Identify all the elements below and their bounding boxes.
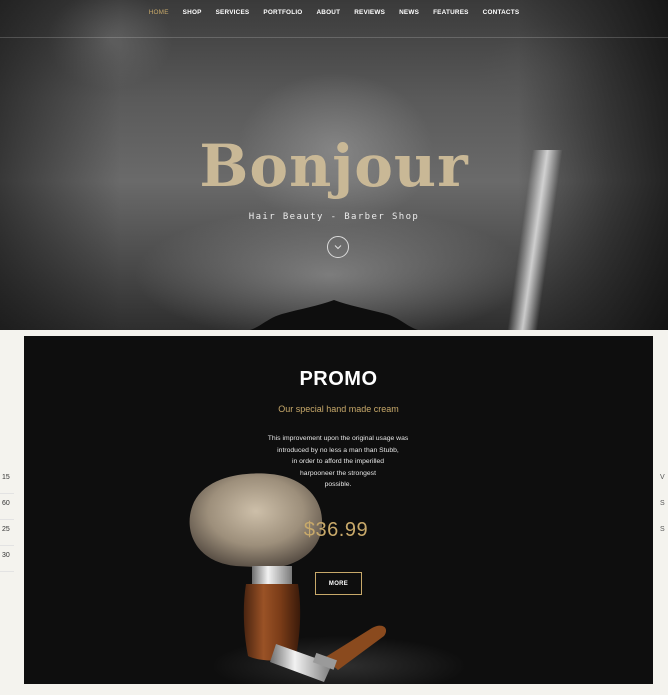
side-list-left: 15 60 25 30 — [0, 468, 14, 572]
promo-description-line: in order to afford the imperilled — [291, 458, 385, 465]
nav-item-features[interactable]: FEATURES — [433, 9, 469, 16]
side-left-value: 60 — [0, 494, 14, 520]
nav-item-home[interactable]: HOME — [149, 9, 169, 16]
nav-item-portfolio[interactable]: PORTFOLIO — [263, 9, 302, 16]
page-bottom-strip — [0, 684, 668, 695]
promo-description: This improvement upon the original usage… — [253, 433, 423, 491]
side-left-value: 25 — [0, 520, 14, 546]
nav-item-contacts[interactable]: CONTACTS — [483, 9, 520, 16]
side-left-value: 15 — [0, 468, 14, 494]
hero-section: HOME SHOP SERVICES PORTFOLIO ABOUT REVIE… — [0, 0, 668, 330]
nav-item-shop[interactable]: SHOP — [183, 9, 202, 16]
nav-item-news[interactable]: NEWS — [399, 9, 419, 16]
promo-description-line: possible. — [324, 481, 352, 488]
nav-item-services[interactable]: SERVICES — [216, 9, 250, 16]
side-left-value: 30 — [0, 546, 14, 572]
side-right-letter: V — [660, 474, 665, 481]
promo-description-line: introduced by no less a man than Stubb, — [277, 446, 399, 454]
promo-price: $36.99 — [303, 519, 369, 541]
scroll-down-button[interactable] — [327, 236, 349, 258]
mustache-divider-icon — [114, 300, 564, 330]
promo-description-line: harpooneer the strongest — [300, 469, 376, 477]
side-right-letter: S — [660, 500, 665, 507]
top-navigation: HOME SHOP SERVICES PORTFOLIO ABOUT REVIE… — [0, 0, 668, 38]
promo-section: PROMO Our special hand made cream This i… — [24, 336, 653, 684]
promo-subtitle: Our special hand made cream — [278, 404, 399, 414]
promo-description-line: This improvement upon the original usage… — [267, 435, 409, 442]
hero-subtitle: Hair Beauty - Barber Shop — [248, 212, 420, 222]
more-button[interactable]: MORE — [315, 572, 362, 595]
side-list-right: V S S — [660, 468, 668, 546]
promo-title: PROMO — [299, 368, 378, 390]
hero-title: Bonjour — [199, 132, 469, 200]
side-right-letter: S — [660, 526, 665, 533]
nav-item-about[interactable]: ABOUT — [316, 9, 340, 16]
chevron-down-icon — [334, 245, 342, 250]
nav-item-reviews[interactable]: REVIEWS — [354, 9, 385, 16]
